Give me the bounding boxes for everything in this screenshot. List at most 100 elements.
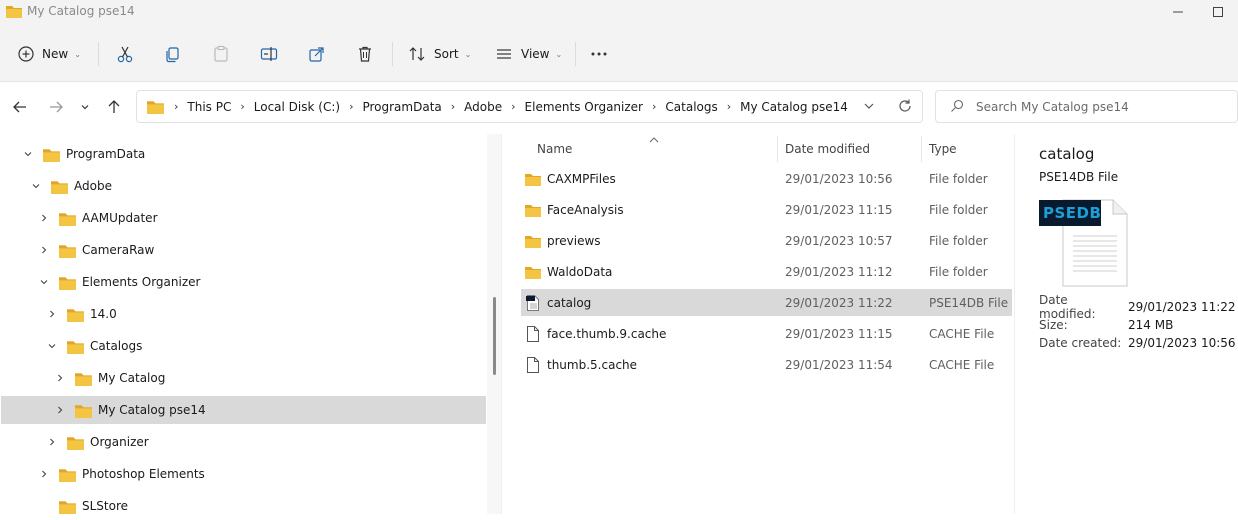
file-row[interactable]: CAXMPFiles 29/01/2023 10:56 File folder: [521, 165, 1012, 192]
breadcrumb-item[interactable]: ProgramData: [362, 100, 441, 114]
file-row[interactable]: FaceAnalysis 29/01/2023 11:15 File folde…: [521, 196, 1012, 223]
tree-item[interactable]: Organizer: [1, 428, 486, 456]
chevron-right-icon[interactable]: [53, 371, 67, 385]
chevron-right-icon[interactable]: [45, 307, 59, 321]
chevron-right-icon[interactable]: ›: [511, 100, 515, 113]
tree-item-label: ProgramData: [66, 147, 146, 161]
forward-button[interactable]: [43, 96, 69, 120]
tree-scrollbar-thumb[interactable]: [493, 297, 496, 375]
tree-item[interactable]: CameraRaw: [1, 236, 486, 264]
tree-item[interactable]: Catalogs: [1, 332, 486, 360]
folder-icon: [6, 4, 22, 21]
file-type: CACHE File: [929, 357, 995, 372]
file-name-cell: previews: [525, 227, 601, 254]
sort-button[interactable]: Sort ⌄: [408, 38, 471, 70]
tree-item[interactable]: My Catalog pse14: [1, 396, 486, 424]
back-button[interactable]: [7, 96, 33, 120]
chevron-down-icon[interactable]: [37, 275, 51, 289]
cut-button[interactable]: [116, 38, 134, 70]
tree-item[interactable]: ProgramData: [1, 140, 486, 168]
breadcrumb-item[interactable]: This PC: [187, 100, 231, 114]
column-divider[interactable]: [921, 136, 922, 162]
file-row[interactable]: previews 29/01/2023 10:57 File folder: [521, 227, 1012, 254]
file-row[interactable]: thumb.5.cache 29/01/2023 11:54 CACHE Fil…: [521, 351, 1012, 378]
tree-item[interactable]: Elements Organizer: [1, 268, 486, 296]
column-header-type-label: Type: [929, 142, 957, 156]
maximize-button[interactable]: [1198, 0, 1238, 26]
chevron-right-icon[interactable]: ›: [349, 100, 353, 113]
more-icon: [590, 45, 608, 63]
tree-item[interactable]: My Catalog: [1, 364, 486, 392]
detail-property-value: 214 MB: [1128, 318, 1174, 332]
chevron-right-icon[interactable]: ›: [727, 100, 731, 113]
column-header-type[interactable]: Type: [929, 134, 957, 164]
chevron-right-icon[interactable]: ›: [451, 100, 455, 113]
file-row[interactable]: face.thumb.9.cache 29/01/2023 11:15 CACH…: [521, 320, 1012, 347]
chevron-right-icon[interactable]: [37, 211, 51, 225]
column-header-date[interactable]: Date modified: [785, 134, 870, 164]
chevron-down-icon[interactable]: [29, 179, 43, 193]
tree-item-label: Catalogs: [90, 339, 143, 353]
folder-icon: [525, 171, 541, 187]
refresh-button[interactable]: [897, 98, 913, 117]
search-box[interactable]: [935, 90, 1238, 123]
file-row[interactable]: catalog 29/01/2023 11:22 PSE14DB File: [521, 289, 1012, 316]
share-button[interactable]: [308, 38, 326, 70]
file-date: 29/01/2023 10:56: [785, 171, 893, 186]
breadcrumb-item[interactable]: Catalogs: [665, 100, 717, 114]
file-date: 29/01/2023 11:54: [785, 357, 893, 372]
recent-locations-button[interactable]: [73, 96, 97, 120]
file-row[interactable]: WaldoData 29/01/2023 11:12 File folder: [521, 258, 1012, 285]
minimize-icon: [1172, 6, 1184, 21]
breadcrumb: › This PC › Local Disk (C:) › ProgramData › Ad…: [147, 91, 848, 122]
new-button[interactable]: New ⌄: [18, 38, 81, 70]
chevron-right-icon[interactable]: ›: [240, 100, 244, 113]
search-icon: [950, 99, 964, 116]
folder-icon: [67, 307, 84, 322]
file-type: CACHE File: [929, 326, 995, 341]
tree-item[interactable]: Adobe: [1, 172, 486, 200]
paste-button[interactable]: [212, 38, 230, 70]
tree-item[interactable]: SLStore: [1, 492, 486, 520]
breadcrumb-item[interactable]: Elements Organizer: [525, 100, 643, 114]
breadcrumb-item[interactable]: My Catalog pse14: [740, 100, 848, 114]
minimize-button[interactable]: [1158, 0, 1198, 26]
navigation-tree: ProgramData Adobe AAMUpdater CameraRaw Eleme…: [0, 134, 487, 514]
new-label: New: [42, 47, 69, 61]
file-name: FaceAnalysis: [547, 202, 624, 217]
file-name: previews: [547, 233, 601, 248]
address-history-button[interactable]: [862, 99, 876, 116]
tree-item[interactable]: Photoshop Elements: [1, 460, 486, 488]
more-options-button[interactable]: [590, 38, 608, 70]
breadcrumb-item[interactable]: Adobe: [464, 100, 502, 114]
copy-button[interactable]: [164, 38, 182, 70]
chevron-right-icon[interactable]: [37, 243, 51, 257]
chevron-down-icon[interactable]: [45, 339, 59, 353]
chevron-right-icon[interactable]: [37, 467, 51, 481]
chevron-right-icon[interactable]: [53, 403, 67, 417]
maximize-icon: [1212, 6, 1224, 21]
chevron-down-icon[interactable]: [21, 147, 35, 161]
breadcrumb-item[interactable]: Local Disk (C:): [254, 100, 340, 114]
chevron-right-icon[interactable]: ›: [652, 100, 656, 113]
chevron-down-icon: [862, 102, 876, 116]
rename-button[interactable]: [260, 38, 278, 70]
tree-item[interactable]: 14.0: [1, 300, 486, 328]
detail-property: Size: 214 MB: [1039, 316, 1236, 334]
delete-button[interactable]: [356, 38, 374, 70]
column-header-name[interactable]: Name: [537, 134, 572, 164]
search-input[interactable]: [976, 97, 1226, 117]
tree-item-label: Adobe: [74, 179, 112, 193]
tree-item[interactable]: AAMUpdater: [1, 204, 486, 232]
up-button[interactable]: [101, 96, 127, 120]
chevron-right-icon[interactable]: [45, 435, 59, 449]
address-bar[interactable]: › This PC › Local Disk (C:) › ProgramData › Ad…: [136, 90, 923, 123]
title-bar: My Catalog pse14: [0, 0, 1238, 26]
file-thumbnail: PSEDB: [1039, 198, 1131, 293]
tree-item-label: Photoshop Elements: [82, 467, 205, 481]
tree-item-label: My Catalog: [98, 371, 166, 385]
sort-label: Sort: [434, 47, 459, 61]
view-button[interactable]: View ⌄: [495, 38, 562, 70]
arrow-right-icon: [48, 99, 64, 118]
column-divider[interactable]: [777, 136, 778, 162]
